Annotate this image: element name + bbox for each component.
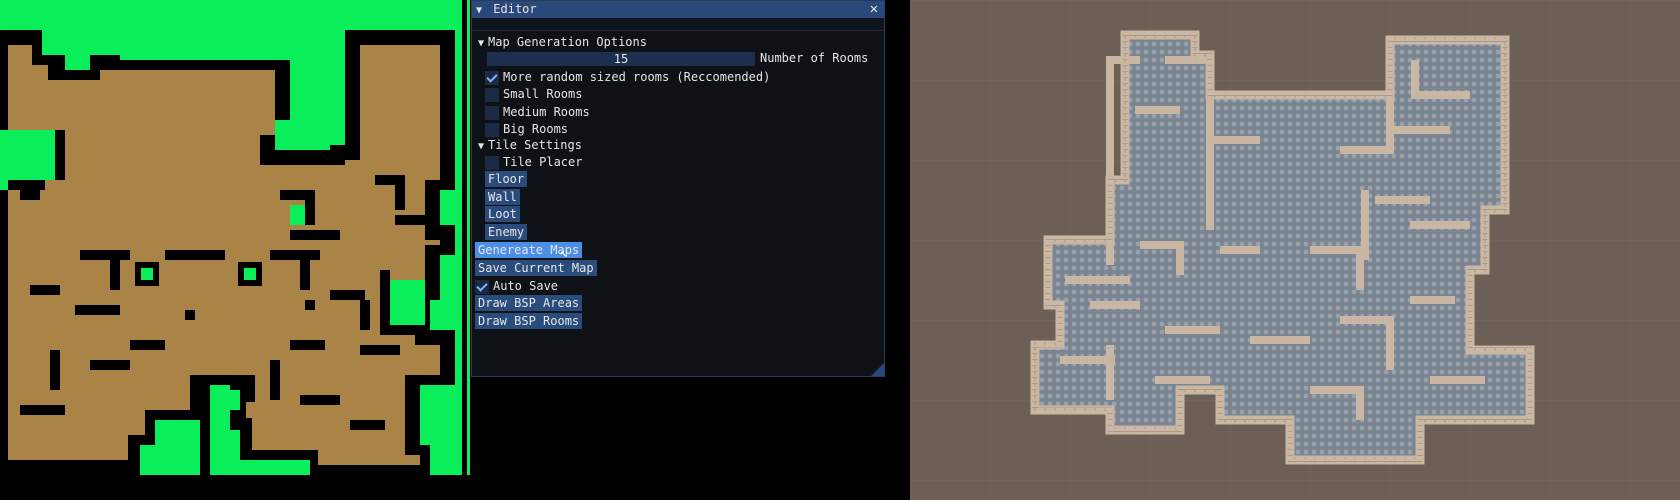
checkbox-icon[interactable] xyxy=(485,155,499,170)
auto-save-label: Auto Save xyxy=(493,279,559,293)
draw-bsp-areas-row: Draw BSP Areas xyxy=(475,295,583,311)
3d-dungeon-render xyxy=(910,0,1680,500)
tile-floor-button-row: Floor xyxy=(485,171,528,187)
number-of-rooms-slider[interactable]: 15 xyxy=(487,52,755,66)
checkbox-checked-icon[interactable] xyxy=(485,70,499,85)
medium-rooms-checkbox[interactable]: Medium Rooms xyxy=(485,104,590,120)
editor-title: Editor xyxy=(493,2,537,16)
draw-bsp-rooms-button[interactable]: Draw BSP Rooms xyxy=(475,313,583,329)
collapse-triangle-icon[interactable]: ▼ xyxy=(478,139,484,155)
mouse-cursor-icon: ↖ xyxy=(560,246,568,261)
loot-button[interactable]: Loot xyxy=(485,206,520,222)
small-rooms-checkbox[interactable]: Small Rooms xyxy=(485,86,582,102)
tile-enemy-button-row: Enemy xyxy=(485,224,528,240)
medium-rooms-label: Medium Rooms xyxy=(503,105,590,119)
resize-grip-icon[interactable] xyxy=(871,363,884,376)
map-preview xyxy=(0,0,470,475)
close-icon[interactable]: ✕ xyxy=(867,2,881,16)
tile-wall-button-row: Wall xyxy=(485,189,520,205)
floor-button[interactable]: Floor xyxy=(485,171,528,187)
tile-placer-label: Tile Placer xyxy=(503,155,583,169)
big-rooms-label: Big Rooms xyxy=(503,122,569,136)
viewport-letterbox xyxy=(0,475,910,500)
save-current-map-button[interactable]: Save Current Map xyxy=(475,260,597,276)
3d-scene-view[interactable] xyxy=(910,0,1680,500)
map-generation-header-label: Map Generation Options xyxy=(488,35,647,49)
checkbox-icon[interactable] xyxy=(485,105,499,120)
tile-settings-header-label: Tile Settings xyxy=(488,138,582,152)
random-sized-rooms-label: More random sized rooms (Reccomended) xyxy=(503,70,771,84)
number-of-rooms-value: 15 xyxy=(613,52,629,66)
map-generation-header[interactable]: ▼ Map Generation Options xyxy=(478,34,647,52)
number-of-rooms-label: Number of Rooms xyxy=(760,51,869,65)
random-sized-rooms-checkbox[interactable]: More random sized rooms (Reccomended) xyxy=(485,69,770,85)
wall-button[interactable]: Wall xyxy=(485,189,520,205)
checkbox-checked-icon[interactable] xyxy=(475,279,489,294)
editor-title-bar[interactable]: ▼ Editor ✕ xyxy=(472,1,884,18)
draw-bsp-rooms-row: Draw BSP Rooms xyxy=(475,313,583,329)
tile-placer-checkbox[interactable]: Tile Placer xyxy=(485,154,582,170)
collapse-triangle-icon[interactable]: ▼ xyxy=(478,36,484,52)
draw-bsp-areas-button[interactable]: Draw BSP Areas xyxy=(475,295,583,311)
auto-save-checkbox[interactable]: Auto Save xyxy=(475,278,558,294)
checkbox-icon[interactable] xyxy=(485,122,499,137)
collapse-triangle-icon[interactable]: ▼ xyxy=(476,2,482,19)
tile-loot-button-row: Loot xyxy=(485,206,520,222)
editor-menu-strip xyxy=(472,18,884,31)
big-rooms-checkbox[interactable]: Big Rooms xyxy=(485,121,568,137)
map-preview-canvas xyxy=(0,0,470,475)
checkbox-icon[interactable] xyxy=(485,87,499,102)
tile-settings-header[interactable]: ▼ Tile Settings xyxy=(478,137,582,155)
small-rooms-label: Small Rooms xyxy=(503,87,583,101)
save-map-row: Save Current Map xyxy=(475,260,597,276)
enemy-button[interactable]: Enemy xyxy=(485,224,528,240)
